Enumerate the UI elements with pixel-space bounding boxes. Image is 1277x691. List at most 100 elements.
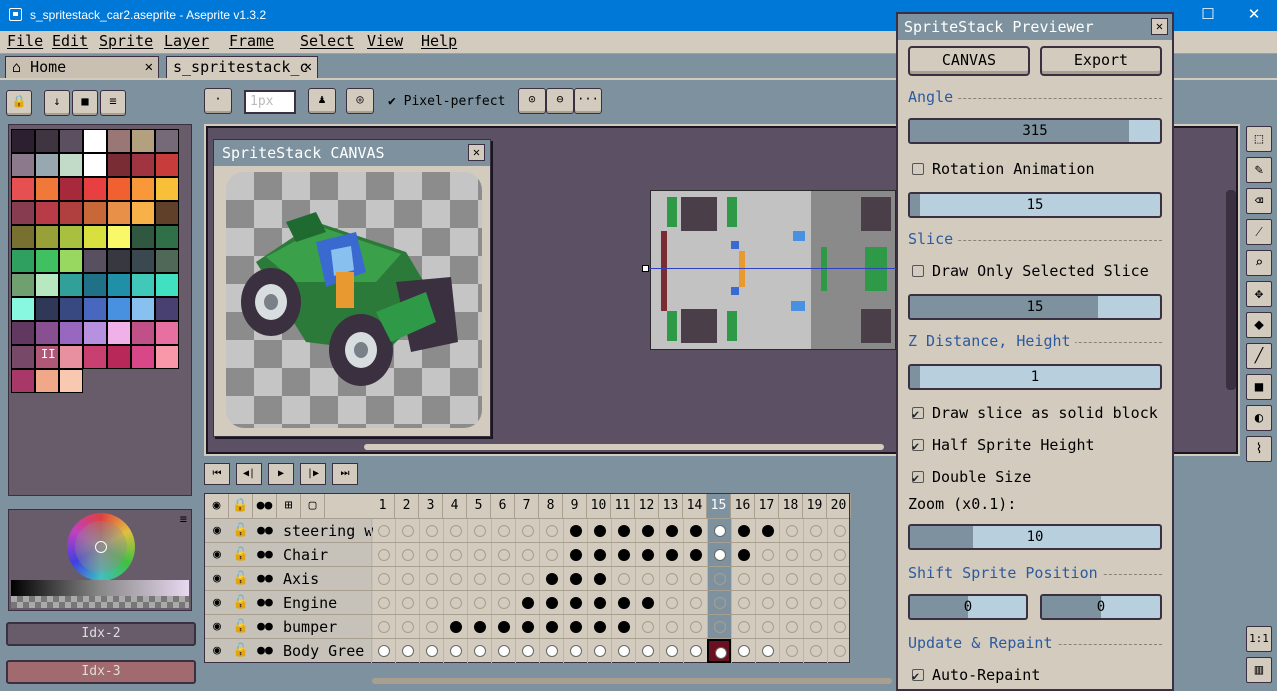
timeline-cel[interactable]: [539, 519, 563, 543]
timeline-cel[interactable]: [827, 615, 851, 639]
timeline-cel[interactable]: [539, 591, 563, 615]
timeline-cel[interactable]: [731, 543, 755, 567]
draw-solid-block-checkbox[interactable]: Draw slice as solid block: [912, 403, 1158, 424]
layer-name[interactable]: Chair: [281, 543, 373, 567]
palette-swatch[interactable]: [83, 321, 107, 345]
timeline-cel[interactable]: [707, 639, 731, 663]
timeline-cel[interactable]: [827, 639, 851, 663]
timeline-cel[interactable]: [563, 615, 587, 639]
timeline-cel[interactable]: [491, 567, 515, 591]
timeline-cel[interactable]: [467, 639, 491, 663]
timeline-cel[interactable]: [443, 591, 467, 615]
eraser-tool-icon[interactable]: ⌫: [1246, 188, 1272, 214]
palette-swatch[interactable]: [59, 369, 83, 393]
unlock-icon[interactable]: 🔓: [229, 543, 253, 567]
fill-tool-icon[interactable]: ⬥: [1246, 312, 1272, 338]
palette-swatch[interactable]: [131, 177, 155, 201]
continuous-icon[interactable]: ●●: [253, 543, 277, 567]
timeline-toggle-icon[interactable]: ▥: [1246, 657, 1272, 683]
palette-swatch[interactable]: [11, 177, 35, 201]
draw-only-selected-slice-checkbox[interactable]: Draw Only Selected Slice: [912, 261, 1149, 281]
timeline-cel[interactable]: [635, 567, 659, 591]
palette-swatch[interactable]: [59, 177, 83, 201]
maximize-button[interactable]: ☐: [1185, 0, 1231, 31]
timeline-cel[interactable]: [731, 639, 755, 663]
menu-select[interactable]: Select: [300, 32, 354, 50]
menu-help[interactable]: Help: [421, 32, 457, 50]
timeline-cel[interactable]: [587, 519, 611, 543]
timeline-cel[interactable]: [731, 591, 755, 615]
frame-header[interactable]: 8: [539, 494, 563, 518]
frame-header[interactable]: 15: [707, 494, 731, 518]
palette-swatch[interactable]: [107, 297, 131, 321]
palette-swatch[interactable]: [83, 345, 107, 369]
timeline-cel[interactable]: [731, 519, 755, 543]
slice-slider[interactable]: 15: [908, 294, 1162, 320]
marquee-tool-icon[interactable]: ⬚: [1246, 126, 1272, 152]
unlock-icon[interactable]: 🔓: [229, 591, 253, 615]
palette-swatch[interactable]: [83, 153, 107, 177]
palette-swatch[interactable]: [107, 153, 131, 177]
palette-swatch[interactable]: [131, 321, 155, 345]
previous-frame-button[interactable]: ◀|: [236, 463, 262, 485]
frame-header[interactable]: 20: [827, 494, 851, 518]
timeline-cel[interactable]: [419, 519, 443, 543]
timeline-cel[interactable]: [587, 591, 611, 615]
pencil-tool-icon[interactable]: ✎: [1246, 157, 1272, 183]
palette-swatch[interactable]: [11, 369, 35, 393]
timeline-cel[interactable]: [707, 567, 731, 591]
canvas-button[interactable]: CANVAS: [908, 46, 1030, 76]
brush-size-input[interactable]: 1px: [244, 90, 296, 114]
layer-row[interactable]: ◉ 🔓 ●● Axis: [205, 566, 849, 591]
timeline-cel[interactable]: [635, 615, 659, 639]
continuous-icon[interactable]: ●●: [253, 639, 277, 663]
palette-swatch[interactable]: [83, 225, 107, 249]
timeline-cel[interactable]: [587, 639, 611, 663]
timeline-cel[interactable]: [467, 591, 491, 615]
timeline-cel[interactable]: [467, 519, 491, 543]
timeline-cel[interactable]: [371, 567, 395, 591]
timeline-cel[interactable]: [515, 591, 539, 615]
palette-swatch[interactable]: [131, 225, 155, 249]
layer-row[interactable]: ◉ 🔓 ●● Engine: [205, 590, 849, 615]
palette-swatch[interactable]: [11, 201, 35, 225]
palette-swatch[interactable]: [11, 297, 35, 321]
timeline-cel[interactable]: [419, 591, 443, 615]
timeline-cel[interactable]: [563, 567, 587, 591]
palette-swatch[interactable]: [131, 273, 155, 297]
palette-swatch[interactable]: [35, 369, 59, 393]
timeline-cel[interactable]: [371, 639, 395, 663]
first-frame-button[interactable]: ⏮: [204, 463, 230, 485]
auto-repaint-checkbox[interactable]: Auto-Repaint: [912, 665, 1040, 686]
timeline-cel[interactable]: [683, 567, 707, 591]
background-color-button[interactable]: Idx-3: [6, 660, 196, 684]
palette-swatch[interactable]: [155, 297, 179, 321]
palette-swatch[interactable]: [11, 153, 35, 177]
timeline-cel[interactable]: [443, 615, 467, 639]
timeline-cel[interactable]: [491, 591, 515, 615]
palette-swatch[interactable]: [155, 345, 179, 369]
palette-swatch[interactable]: [107, 345, 131, 369]
palette-swatch[interactable]: [11, 273, 35, 297]
palette-swatch[interactable]: [131, 345, 155, 369]
palette-swatch[interactable]: [59, 297, 83, 321]
eyedropper-tool-icon[interactable]: ⁄: [1246, 219, 1272, 245]
timeline-cel[interactable]: [683, 519, 707, 543]
menu-layer[interactable]: Layer: [164, 32, 209, 50]
palette-swatch[interactable]: [107, 201, 131, 225]
timeline-cel[interactable]: [371, 615, 395, 639]
layer-row[interactable]: ◉ 🔓 ●● Body Gree: [205, 638, 851, 663]
timeline-cel[interactable]: [803, 639, 827, 663]
continuous-icon[interactable]: ●●: [253, 591, 277, 615]
frame-header[interactable]: 3: [419, 494, 443, 518]
timeline-cel[interactable]: [539, 615, 563, 639]
timeline-cel[interactable]: [827, 519, 851, 543]
foreground-color-button[interactable]: Idx-2: [6, 622, 196, 646]
palette-swatch[interactable]: [131, 129, 155, 153]
timeline-cel[interactable]: [371, 519, 395, 543]
zoom-reset-button[interactable]: 1:1: [1246, 626, 1272, 652]
palette-swatch[interactable]: [11, 129, 35, 153]
half-sprite-height-checkbox[interactable]: Half Sprite Height: [912, 435, 1095, 456]
timeline-cel[interactable]: [683, 543, 707, 567]
timeline-cel[interactable]: [419, 615, 443, 639]
